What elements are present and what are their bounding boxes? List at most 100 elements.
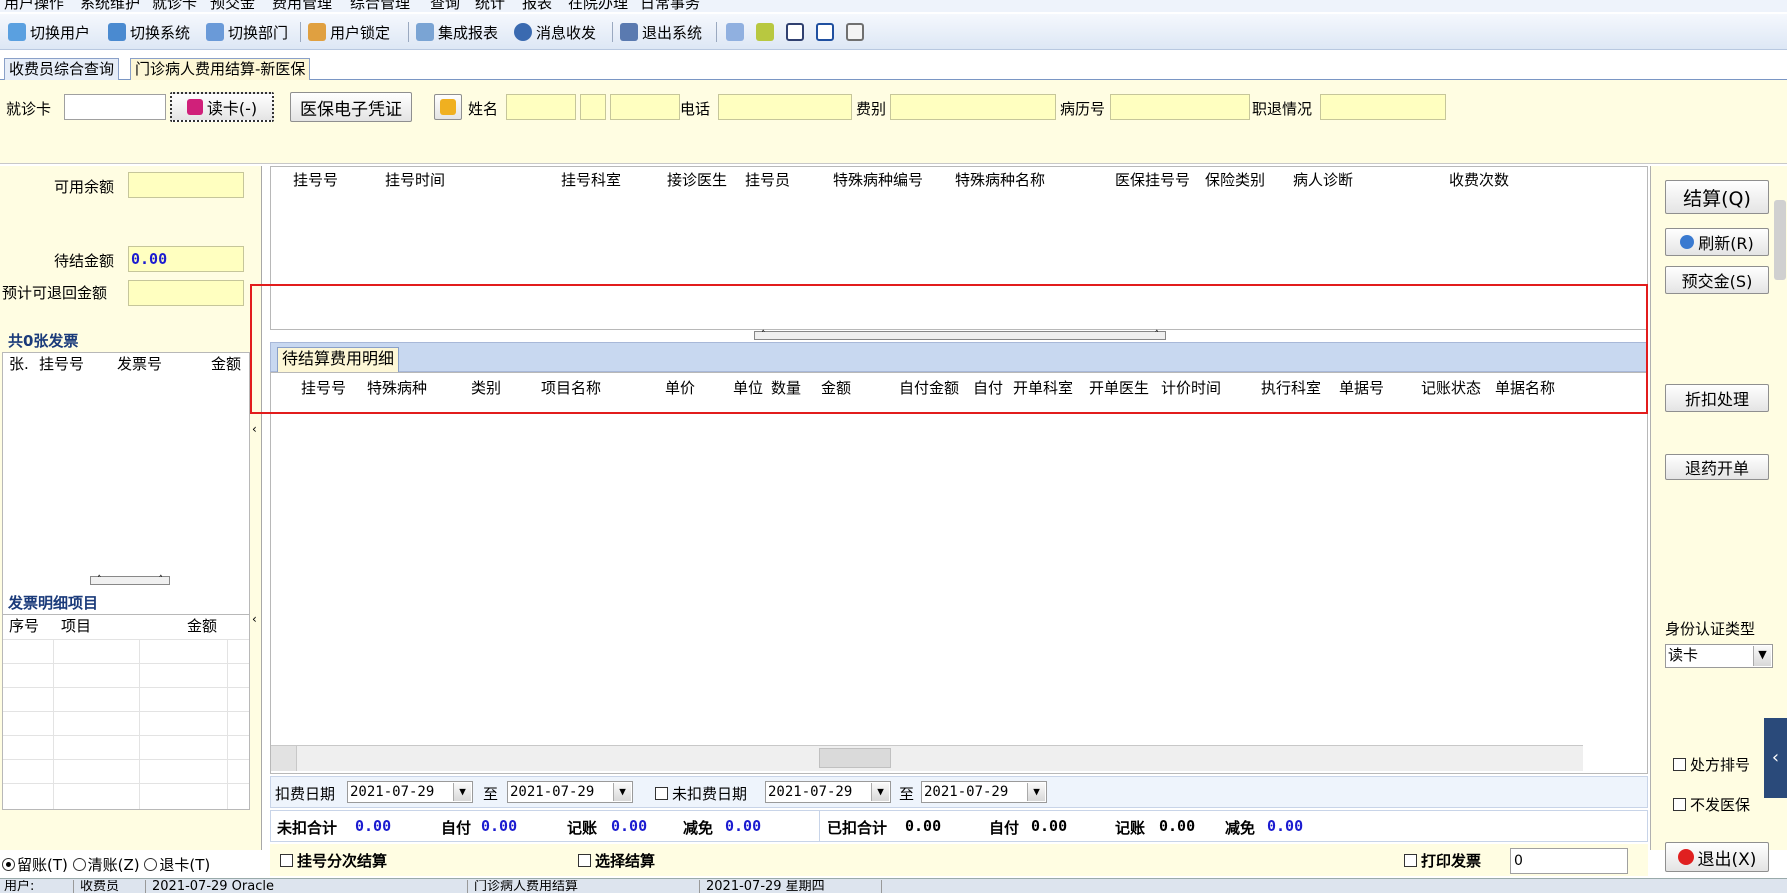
clear-button[interactable] — [434, 94, 462, 120]
no-insurance-checkbox[interactable]: 不发医保 — [1673, 794, 1750, 815]
tab-cashier-query[interactable]: 收费员综合查询 — [4, 58, 120, 80]
menu-daily[interactable]: 日常事务 — [640, 0, 700, 12]
invoice-col-amount: 金额 — [211, 355, 242, 373]
status-date: 2021-07-29 星期四 — [702, 880, 882, 893]
menu-comprehensive[interactable]: 综合管理 — [350, 0, 410, 12]
menu-system[interactable]: 系统维护 — [80, 0, 140, 12]
scroll-thumb[interactable] — [819, 748, 891, 768]
to-label: 至 — [899, 785, 915, 803]
print-invoice-checkbox[interactable]: 打印发票 — [1404, 850, 1481, 871]
read-card-button[interactable]: 读卡(-) — [170, 92, 274, 122]
grid-splitter[interactable]: ˄ ˄ — [754, 331, 1166, 340]
card-number-input[interactable] — [64, 94, 166, 120]
horizontal-scrollbar[interactable] — [271, 745, 1583, 771]
refund-input[interactable] — [128, 280, 244, 306]
collapse-left-icon[interactable]: ‹ — [252, 612, 257, 626]
pending-amount-value: 0.00 — [128, 246, 244, 272]
id-type-select[interactable]: 读卡 ▼ — [1665, 644, 1773, 668]
columns-icon-button[interactable] — [816, 20, 834, 44]
right-scroll-handle[interactable] — [1774, 200, 1786, 280]
mode-clear-account[interactable]: 清账(Z) — [72, 856, 140, 874]
discount-button[interactable]: 折扣处理 — [1665, 384, 1769, 412]
charge-date-to[interactable]: 2021-07-29 ▼ — [507, 781, 633, 803]
yen-icon — [756, 23, 774, 41]
uncharged-date-to[interactable]: 2021-07-29 ▼ — [921, 781, 1047, 803]
balance-input[interactable] — [128, 172, 244, 198]
menu-card[interactable]: 就诊卡 — [152, 0, 197, 12]
fee-type-input[interactable] — [890, 94, 1056, 120]
prepay-button[interactable]: 预交金(S) — [1665, 266, 1769, 294]
checkbox-icon — [280, 854, 293, 867]
registration-grid[interactable]: 挂号号 挂号时间 挂号科室 接诊医生 挂号员 特殊病种编号 特殊病种名称 医保挂… — [270, 166, 1648, 330]
to-label: 至 — [483, 785, 499, 803]
gender-input[interactable] — [580, 94, 606, 120]
window-icon-button[interactable] — [846, 20, 864, 44]
reduce2-label: 减免 — [1225, 819, 1256, 837]
message-button[interactable]: 消息收发 — [514, 20, 596, 44]
detail-tab-strip: 待结算费用明细 — [270, 342, 1648, 372]
menu-user-ops[interactable]: 用户操作 — [4, 0, 64, 12]
invoice-detail-list[interactable]: 序号 项目 金额 — [2, 614, 250, 810]
settle-button[interactable]: 结算(Q) — [1665, 180, 1769, 214]
invoice-count-title: 共0张发票 — [8, 332, 79, 350]
grid-line — [3, 735, 249, 736]
status-input[interactable] — [1320, 94, 1446, 120]
menu-query[interactable]: 查询 — [430, 0, 460, 12]
grid-line — [3, 639, 249, 640]
print-count-input[interactable]: 0 — [1510, 848, 1628, 874]
mode-keep-account[interactable]: 留账(T) — [2, 856, 68, 874]
switch-user-button[interactable]: 切换用户 — [8, 20, 90, 44]
collapse-left-icon[interactable]: ‹ — [252, 422, 257, 436]
user-lock-icon — [308, 23, 326, 41]
invoice-col-reg-no: 挂号号 — [39, 355, 85, 373]
menu-fee[interactable]: 费用管理 — [272, 0, 332, 12]
department-icon — [206, 23, 224, 41]
tab-outpatient-settlement[interactable]: 门诊病人费用结算-新医保 — [130, 58, 311, 80]
self-pay2-value: 0.00 — [1031, 817, 1068, 835]
menu-inpatient[interactable]: 在院办理 — [568, 0, 628, 12]
return-drug-button[interactable]: 退药开单 — [1665, 454, 1769, 480]
report-icon — [416, 23, 434, 41]
side-drawer-toggle[interactable]: ‹ — [1764, 718, 1787, 798]
menu-stats[interactable]: 统计 — [475, 0, 505, 12]
tab-pending-details[interactable]: 待结算费用明细 — [277, 347, 400, 372]
name-input[interactable] — [506, 94, 576, 120]
integrated-report-button[interactable]: 集成报表 — [416, 20, 498, 44]
lock-user-button[interactable]: 用户锁定 — [308, 20, 390, 44]
exit-button[interactable]: 退出(X) — [1665, 842, 1769, 872]
detail-col-qty: 数量 — [771, 379, 802, 397]
edit-icon-button[interactable] — [726, 20, 744, 44]
card-reader-icon — [186, 99, 203, 115]
select-settle-checkbox[interactable]: 选择结算 — [578, 850, 655, 871]
charge-date-from[interactable]: 2021-07-29 ▼ — [347, 781, 473, 803]
detail-col-price-time: 计价时间 — [1161, 379, 1222, 397]
detail-grid[interactable]: 挂号号 特殊病种 类别 项目名称 单价 单位 数量 金额 自付金额 自付 开单科… — [270, 372, 1648, 774]
currency-icon-button[interactable] — [756, 20, 774, 44]
reg-col-time: 挂号时间 — [385, 171, 446, 189]
uncharged-date-toggle[interactable]: 未扣费日期 — [655, 783, 747, 804]
menu-report[interactable]: 报表 — [522, 0, 552, 12]
status-role: 收费员 — [76, 880, 146, 893]
rx-sort-checkbox[interactable]: 处方排号 — [1673, 754, 1750, 775]
reg-col-dept: 挂号科室 — [561, 171, 622, 189]
invoice-splitter[interactable]: ˄ ˄ — [90, 576, 170, 585]
phone-input[interactable] — [718, 94, 852, 120]
record-no-input[interactable] — [1110, 94, 1250, 120]
e-voucher-button[interactable]: 医保电子凭证 — [290, 92, 412, 122]
switch-system-button[interactable]: 切换系统 — [108, 20, 190, 44]
reg-split-checkbox[interactable]: 挂号分次结算 — [280, 850, 387, 871]
exit-system-button[interactable]: 退出系统 — [620, 20, 702, 44]
scroll-left-button[interactable] — [271, 746, 297, 771]
age-input[interactable] — [610, 94, 680, 120]
menu-bar: 用户操作 系统维护 就诊卡 预交金 费用管理 综合管理 查询 统计 报表 在院办… — [0, 0, 1787, 12]
switch-dept-button[interactable]: 切换部门 — [206, 20, 288, 44]
mode-refund-card[interactable]: 退卡(T) — [144, 856, 210, 874]
self-pay2-label: 自付 — [989, 819, 1020, 837]
check-icon-button[interactable] — [786, 20, 804, 44]
refresh-button[interactable]: 刷新(R) — [1665, 228, 1769, 256]
uncharged-date-from[interactable]: 2021-07-29 ▼ — [765, 781, 891, 803]
toolbar: 切换用户 切换系统 切换部门 用户锁定 集成报表 消息收发 退出系统 — [0, 14, 1787, 50]
charged-total-label: 已扣合计 — [827, 819, 888, 837]
menu-prepay[interactable]: 预交金 — [210, 0, 255, 12]
balance-label: 可用余额 — [54, 178, 115, 196]
